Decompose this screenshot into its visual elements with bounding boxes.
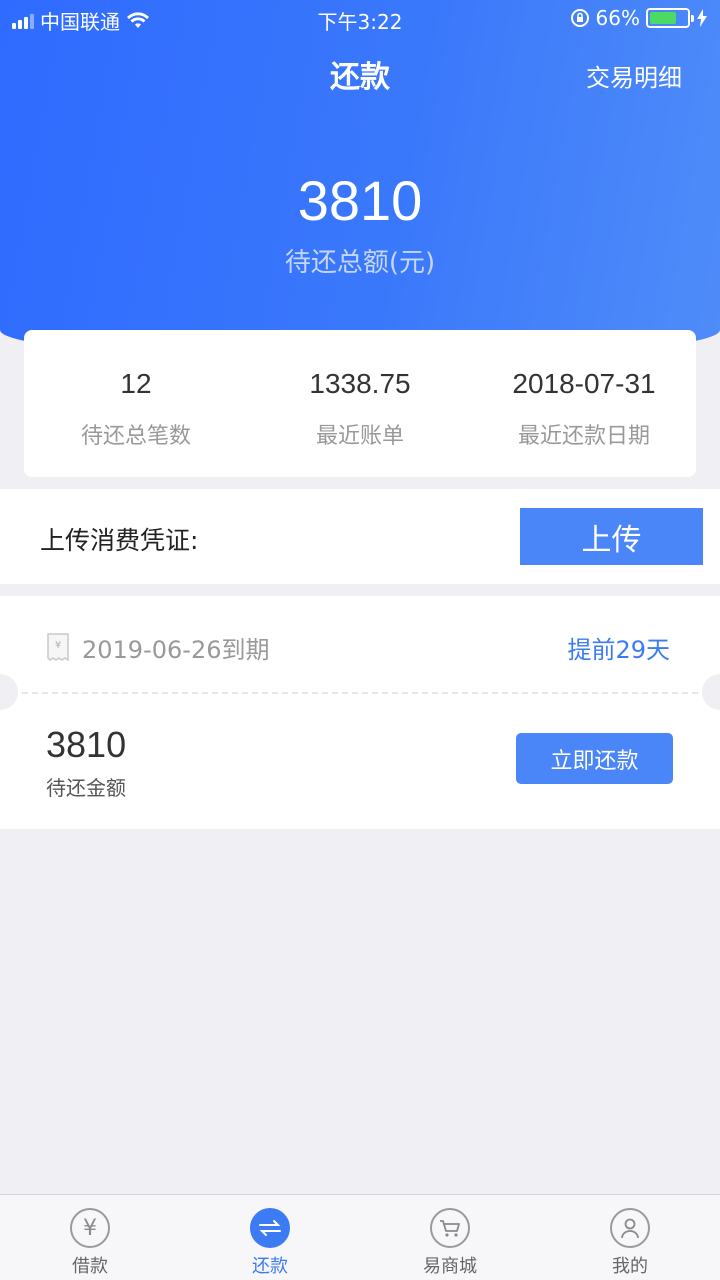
cart-icon [430,1208,470,1248]
summary-label: 待还总笔数 [80,424,191,449]
upload-label: 上传消费凭证: [40,526,199,555]
dashed-divider [22,692,698,694]
upload-button[interactable]: 上传 [520,508,703,565]
rotation-lock-icon [570,9,589,27]
tab-me[interactable]: 我的 [540,1195,720,1280]
summary-card: 12 待还总笔数 1338.75 最近账单 2018-07-31 最近还款日期 [24,330,696,477]
bill-card: ¥ 2019-06-26到期 提前29天 3810 待还金额 立即还款 [0,596,720,829]
bill-advance-days: 提前29天 [567,636,670,664]
battery-icon [646,8,694,28]
ticket-notch-right [702,674,720,710]
transaction-details-link[interactable]: 交易明细 [586,58,682,93]
summary-item-count: 12 待还总笔数 [24,330,248,477]
upload-row: 上传消费凭证: 上传 [0,489,720,584]
summary-value: 12 [120,368,152,399]
exchange-icon [250,1208,290,1248]
status-bar: 中国联通 下午3:22 66% [0,0,720,38]
bill-due-date: 2019-06-26到期 [82,636,270,664]
tab-label: 易商城 [423,1256,477,1277]
status-right: 66% [570,6,708,30]
total-due-label: 待还总额(元) [284,248,436,278]
receipt-icon: ¥ [47,633,69,662]
summary-label: 最近还款日期 [517,424,650,449]
tab-label: 我的 [612,1256,648,1277]
summary-item-latest-bill: 1338.75 最近账单 [248,330,472,477]
tab-label: 还款 [252,1256,288,1277]
bill-amount-label: 待还金额 [46,776,126,800]
battery-percent: 66% [595,6,640,30]
summary-label: 最近账单 [315,424,404,449]
user-icon [610,1208,650,1248]
summary-value: 1338.75 [309,368,411,399]
pay-now-button[interactable]: 立即还款 [516,733,673,784]
svg-text:¥: ¥ [55,640,61,651]
summary-item-latest-date: 2018-07-31 最近还款日期 [472,330,696,477]
tab-bar: ¥ 借款 还款 易商城 我的 [0,1194,720,1280]
tab-borrow[interactable]: ¥ 借款 [0,1195,180,1280]
bill-amount: 3810 [46,724,127,765]
summary-value: 2018-07-31 [512,368,656,399]
total-due-amount: 3810 [297,169,423,232]
tab-label: 借款 [72,1256,108,1277]
ticket-notch-left [0,674,18,710]
tab-mall[interactable]: 易商城 [360,1195,540,1280]
tab-repay[interactable]: 还款 [180,1195,360,1280]
yen-icon: ¥ [70,1208,110,1248]
charging-icon [697,9,707,27]
